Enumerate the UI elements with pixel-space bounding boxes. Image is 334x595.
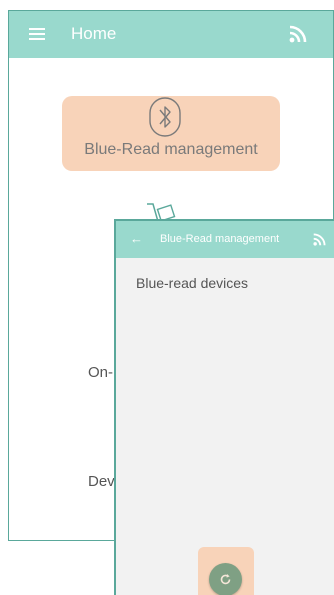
refresh-button[interactable]	[209, 563, 242, 595]
home-title: Home	[71, 24, 117, 43]
blue-read-devices-heading: Blue-read devices	[136, 275, 249, 291]
home-app-bar: Home	[9, 11, 333, 58]
blue-read-management-card[interactable]: Blue-Read management	[62, 96, 280, 171]
blue-read-title: Blue-Read management	[160, 233, 280, 245]
bluetooth-icon	[149, 97, 181, 137]
refresh-icon	[220, 574, 231, 585]
rss-feed-icon[interactable]	[313, 233, 326, 246]
hamburger-menu-icon[interactable]	[29, 28, 45, 40]
blue-read-window: ← Blue-Read management Blue-read devices	[114, 219, 334, 595]
home-menu-item-peek[interactable]: On-	[88, 364, 113, 381]
blue-read-management-label: Blue-Read management	[84, 141, 258, 158]
back-arrow-icon[interactable]: ←	[130, 231, 143, 247]
blue-read-app-bar: ← Blue-Read management	[116, 221, 334, 258]
home-menu-item-peek[interactable]: Dev	[88, 473, 115, 490]
rss-feed-icon[interactable]	[289, 25, 307, 43]
